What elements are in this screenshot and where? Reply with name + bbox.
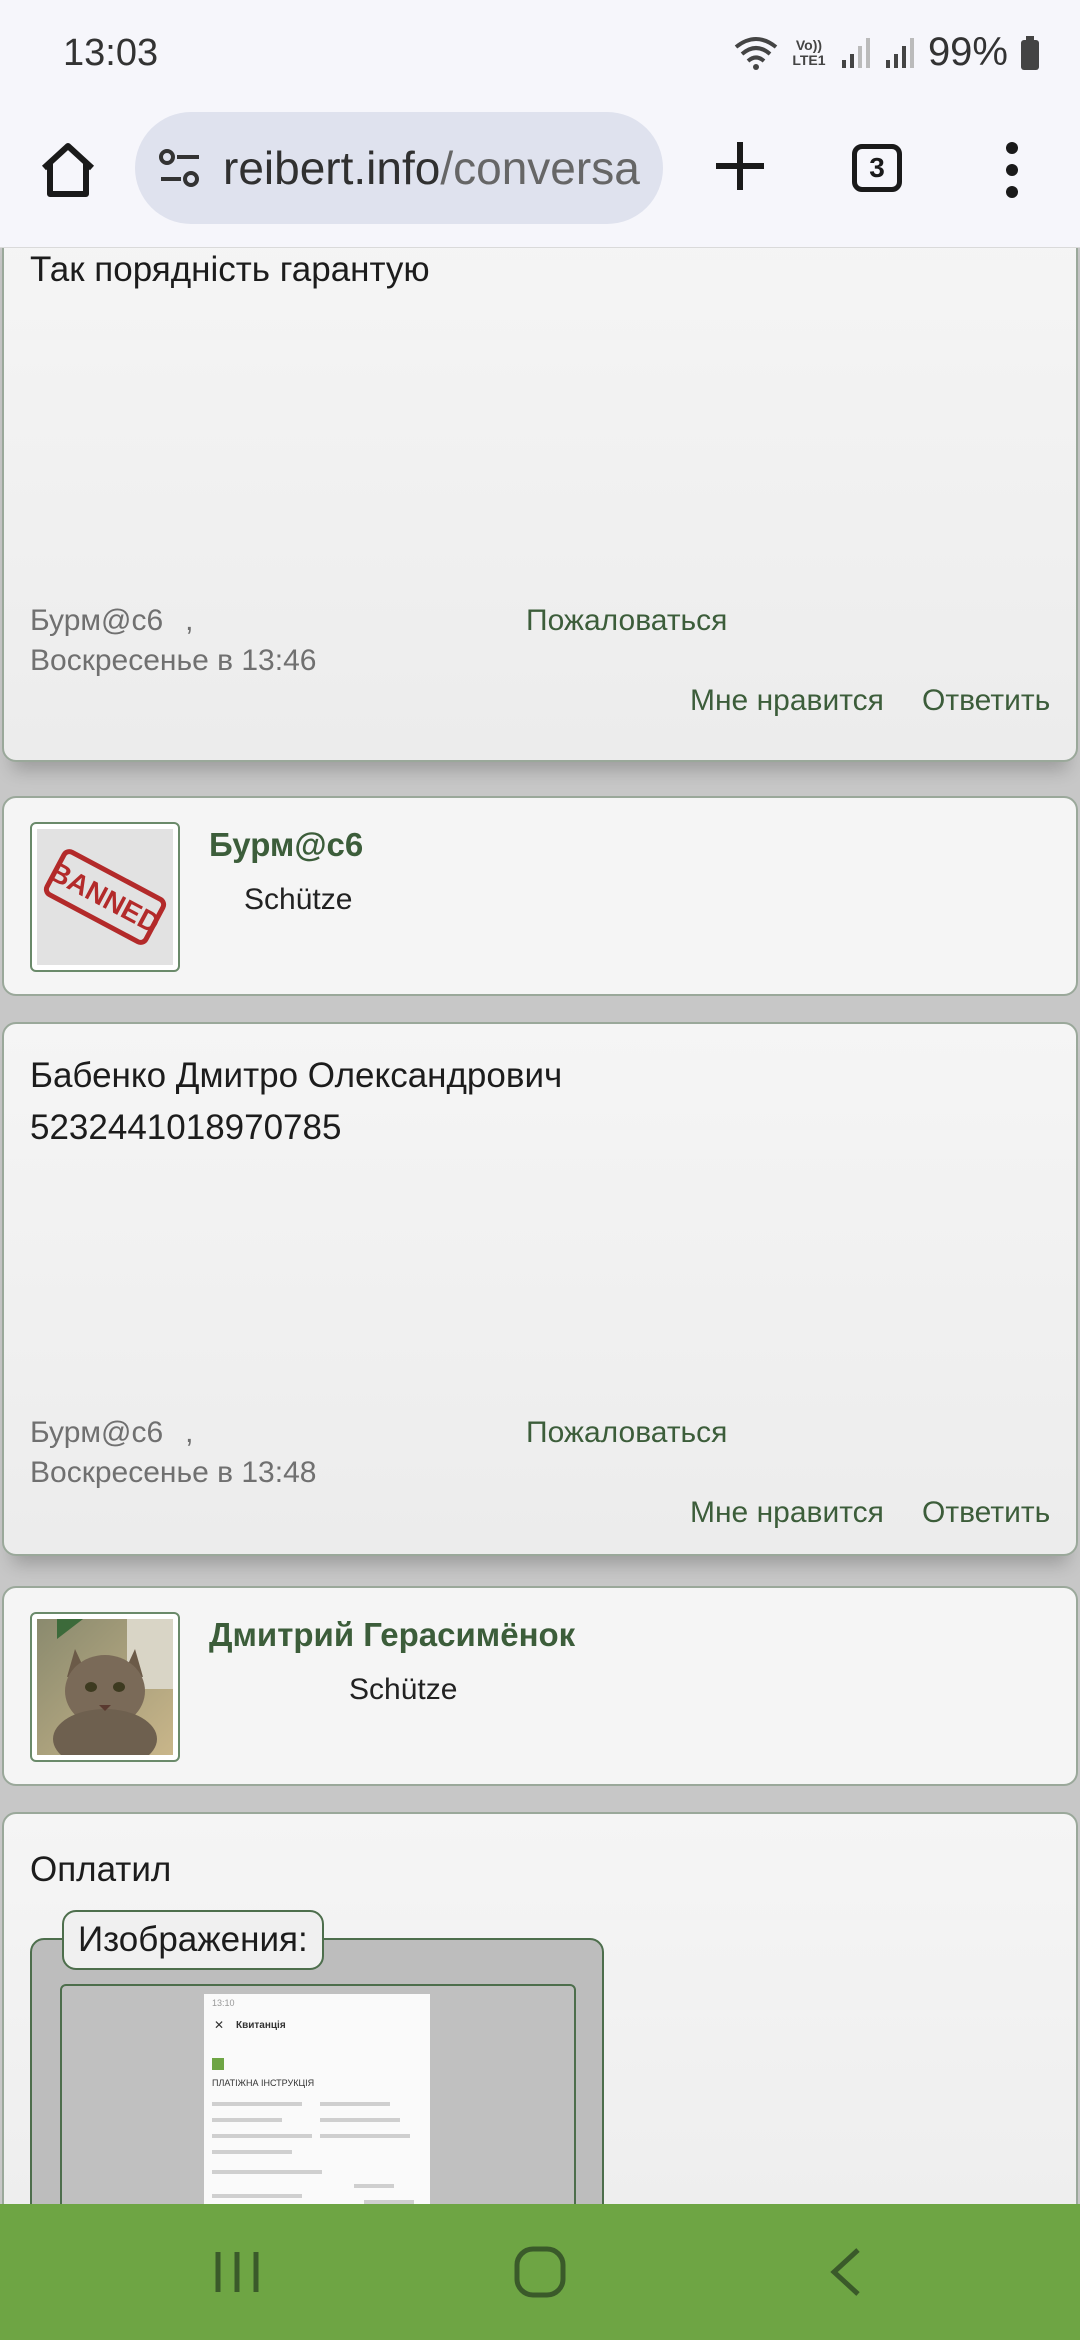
status-icons: Vo)) LTE1 99% [734,30,1040,75]
message-text: Оплатил [30,1850,172,1889]
like-link[interactable]: Мне нравится [690,684,884,718]
message-text-line-2: 5232441018970785 [30,1108,342,1147]
thumb-status-time: 13:10 [212,1998,235,2008]
message-author: Бурм@с6, [30,604,194,637]
battery-percent: 99% [927,30,1008,74]
attachment-thumbnail[interactable]: 13:10 ✕ Квитанція ПЛАТІЖНА ІНСТРУКЦІЯ [204,1994,430,2204]
url-path: /conversa [440,142,640,194]
attachments-label: Изображения: [62,1910,324,1970]
reply-link[interactable]: Ответить [922,1496,1050,1530]
system-nav-bar [0,2204,1080,2340]
message-author-link[interactable]: Бурм@с6 [30,1416,163,1449]
signal-icon-2 [885,37,914,68]
user-card: Дмитрий Герасимёнок Schütze [2,1586,1078,1786]
home-nav-icon[interactable] [512,2244,568,2300]
browser-toolbar: reibert.info/conversa 3 [0,110,1080,248]
message-card: Так порядність гарантую Бурм@с6, Воскрес… [2,248,1078,762]
message-text: Бабенко Дмитро Олександрович [30,1056,563,1095]
username-link[interactable]: Дмитрий Герасимёнок [209,1616,575,1654]
banned-stamp-image: BANNED [37,829,173,965]
attachment-item[interactable]: 13:10 ✕ Квитанція ПЛАТІЖНА ІНСТРУКЦІЯ [60,1984,576,2204]
site-settings-icon[interactable] [157,145,203,191]
home-icon[interactable] [36,138,100,202]
more-menu-icon[interactable] [1000,140,1024,200]
reply-link[interactable]: Ответить [922,684,1050,718]
message-text: Так порядність гарантую [30,250,430,289]
avatar[interactable]: BANNED [30,822,180,972]
report-link[interactable]: Пожаловаться [526,604,727,638]
thumb-close-icon: ✕ [214,2018,225,2032]
cat-photo-image [37,1619,173,1760]
avatar[interactable] [30,1612,180,1762]
message-date: Воскресенье в 13:48 [30,1456,317,1489]
like-link[interactable]: Мне нравится [690,1496,884,1530]
message-author: Бурм@с6, [30,1416,194,1449]
signal-icon [841,37,870,68]
user-title: Schütze [349,1673,458,1706]
back-icon[interactable] [820,2244,870,2300]
user-title: Schütze [244,883,353,916]
battery-icon [1021,35,1039,70]
user-card: BANNED Бурм@с6 Schütze [2,796,1078,996]
thumb-header: Квитанція [236,2020,286,2031]
address-bar[interactable]: reibert.info/conversa [135,112,663,224]
message-author-link[interactable]: Бурм@с6 [30,604,163,637]
tab-count: 3 [869,152,885,183]
recent-apps-icon[interactable] [212,2244,262,2300]
wifi-icon [734,36,778,70]
url-domain: reibert.info [223,142,441,194]
conversation-content: Так порядність гарантую Бурм@с6, Воскрес… [0,248,1080,2204]
tab-switcher-button[interactable]: 3 [852,144,902,192]
attachments-box: Изображения: 13:10 ✕ Квитанція ПЛАТІЖНА … [30,1910,604,2204]
status-bar: 13:03 Vo)) LTE1 99% [0,0,1080,110]
message-card: Бабенко Дмитро Олександрович 52324410189… [2,1022,1078,1556]
username-link[interactable]: Бурм@с6 [209,826,363,864]
report-link[interactable]: Пожаловаться [526,1416,727,1450]
status-time: 13:03 [63,32,159,74]
message-date: Воскресенье в 13:46 [30,644,317,677]
url-text: reibert.info/conversa [223,141,640,195]
new-tab-icon[interactable] [708,134,772,198]
thumb-heading: ПЛАТІЖНА ІНСТРУКЦІЯ [212,2078,315,2088]
message-card: Оплатил Изображения: 13:10 ✕ Квитанція П… [2,1812,1078,2204]
volte-label: Vo)) LTE1 [792,36,826,68]
thumb-badge [212,2058,224,2070]
